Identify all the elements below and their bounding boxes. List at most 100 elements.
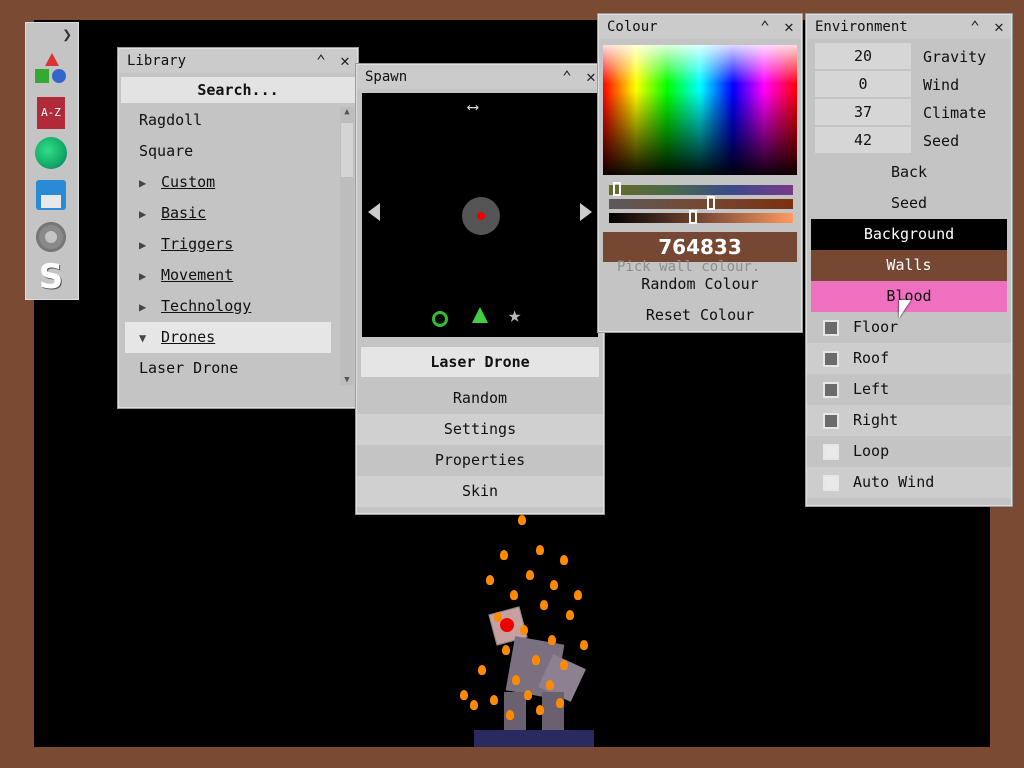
settings-button[interactable]: Settings	[357, 414, 603, 445]
library-search-input[interactable]: Search...	[121, 77, 355, 103]
colour-target-walls[interactable]: Walls	[811, 250, 1007, 281]
expand-arrow-icon: ▶	[139, 176, 147, 190]
slider-thumb[interactable]	[689, 210, 697, 224]
flip-arrows-icon[interactable]: ⟷	[468, 97, 478, 116]
checkbox-label: Auto Wind	[853, 473, 935, 491]
fire-particle	[510, 590, 518, 600]
climate-row: 37 Climate	[807, 99, 1011, 127]
list-item[interactable]: Ragdoll	[119, 105, 357, 136]
fire-particle	[556, 698, 564, 708]
close-icon[interactable]: ✕	[583, 65, 599, 89]
fire-particle	[566, 610, 574, 620]
save-disk-icon[interactable]	[33, 177, 69, 213]
scroll-down-icon[interactable]: ▼	[340, 375, 354, 385]
slider-thumb[interactable]	[707, 196, 715, 210]
close-icon[interactable]: ✕	[337, 49, 353, 73]
category-movement[interactable]: ▶ Movement	[119, 260, 357, 291]
fire-particle	[526, 570, 534, 580]
checkbox-row-auto-wind[interactable]: Auto Wind	[807, 467, 1011, 498]
spawn-preview[interactable]: ⟷ ★	[362, 93, 598, 337]
close-icon[interactable]: ✕	[781, 15, 797, 39]
slider-thumb[interactable]	[613, 182, 621, 196]
environment-globe-icon[interactable]	[33, 135, 69, 171]
colour-target-background[interactable]: Background	[811, 219, 1007, 250]
saturation-slider[interactable]	[609, 196, 793, 210]
gravity-field[interactable]: 20	[815, 43, 911, 69]
fire-particle	[524, 690, 532, 700]
expand-arrow-icon: ▶	[139, 300, 147, 314]
category-custom[interactable]: ▶ Custom	[119, 167, 357, 198]
library-a-z-icon[interactable]: A-Z	[33, 95, 69, 131]
seed-label: Seed	[923, 132, 960, 150]
colour-titlebar[interactable]: Colour ⌃ ✕	[599, 15, 801, 39]
fire-particle	[478, 665, 486, 675]
minimize-icon[interactable]: ⌃	[757, 15, 773, 39]
wind-field[interactable]: 0	[815, 71, 911, 97]
checkbox-row-loop[interactable]: Loop	[807, 436, 1011, 467]
prev-arrow-icon[interactable]	[368, 203, 380, 221]
checkbox-label: Left	[853, 380, 890, 398]
settings-gear-icon[interactable]	[33, 219, 69, 255]
hue-slider[interactable]	[609, 182, 793, 196]
random-colour-button[interactable]: Random Colour	[599, 269, 801, 300]
list-item[interactable]: Laser Drone	[119, 353, 357, 384]
library-titlebar[interactable]: Library ⌃ ✕	[119, 49, 357, 73]
scroll-up-icon[interactable]: ▲	[340, 107, 354, 117]
minimize-icon[interactable]: ⌃	[967, 15, 983, 39]
shapes-icon[interactable]	[33, 53, 69, 89]
checkbox-row-roof[interactable]: Roof	[807, 343, 1011, 374]
checkbox[interactable]	[823, 351, 839, 367]
checkbox-label: Loop	[853, 442, 890, 460]
checkbox[interactable]	[823, 382, 839, 398]
spawn-title: Spawn	[365, 69, 408, 85]
gravity-row: 20 Gravity	[807, 43, 1011, 71]
power-icon[interactable]	[432, 311, 448, 327]
star-icon[interactable]: ★	[508, 303, 521, 328]
checkbox[interactable]	[823, 444, 839, 460]
flask-icon[interactable]	[472, 307, 488, 323]
close-icon[interactable]: ✕	[991, 15, 1007, 39]
category-technology[interactable]: ▶ Technology	[119, 291, 357, 322]
checkbox[interactable]	[823, 475, 839, 491]
fire-particle	[506, 710, 514, 720]
seed-row: 42 Seed	[807, 127, 1011, 155]
category-triggers[interactable]: ▶ Triggers	[119, 229, 357, 260]
fire-particle	[460, 690, 468, 700]
seed-field[interactable]: 42	[815, 127, 911, 153]
chevron-right-icon[interactable]: ❯	[62, 25, 72, 44]
fire-particle	[512, 675, 520, 685]
library-scrollbar[interactable]: ▲ ▼	[340, 107, 354, 385]
spawn-titlebar[interactable]: Spawn ⌃ ✕	[357, 65, 603, 89]
checkbox-row-left[interactable]: Left	[807, 374, 1011, 405]
environment-panel: Environment ⌃ ✕ 20 Gravity 0 Wind 37 Cli…	[806, 14, 1012, 506]
scroll-thumb[interactable]	[341, 123, 353, 177]
next-arrow-icon[interactable]	[580, 203, 592, 221]
category-drones[interactable]: ▼ Drones	[125, 322, 331, 353]
reset-colour-button[interactable]: Reset Colour	[599, 300, 801, 331]
back-button[interactable]: Back	[807, 157, 1011, 188]
list-item[interactable]: Square	[119, 136, 357, 167]
properties-button[interactable]: Properties	[357, 445, 603, 476]
fire-particle	[536, 545, 544, 555]
wind-label: Wind	[923, 76, 960, 94]
expand-arrow-icon: ▶	[139, 238, 147, 252]
colour-panel: Colour ⌃ ✕ 764833 Pick wall colour. Rand…	[598, 14, 802, 332]
minimize-icon[interactable]: ⌃	[313, 49, 329, 73]
checkbox-row-right[interactable]: Right	[807, 405, 1011, 436]
colour-spectrum[interactable]	[603, 45, 797, 175]
fire-particle	[548, 635, 556, 645]
checkbox[interactable]	[823, 413, 839, 429]
category-basic[interactable]: ▶ Basic	[119, 198, 357, 229]
hex-value-display[interactable]: 764833	[603, 232, 797, 262]
brightness-slider[interactable]	[609, 210, 793, 224]
seed-button[interactable]: Seed	[807, 188, 1011, 219]
skin-button[interactable]: Skin	[357, 476, 603, 507]
climate-field[interactable]: 37	[815, 99, 911, 125]
minimize-icon[interactable]: ⌃	[559, 65, 575, 89]
environment-titlebar[interactable]: Environment ⌃ ✕	[807, 15, 1011, 39]
random-button[interactable]: Random	[357, 383, 603, 414]
checkbox[interactable]	[823, 320, 839, 336]
fire-particle	[580, 640, 588, 650]
script-s-icon[interactable]: S	[33, 259, 69, 295]
fire-particle	[520, 625, 528, 635]
